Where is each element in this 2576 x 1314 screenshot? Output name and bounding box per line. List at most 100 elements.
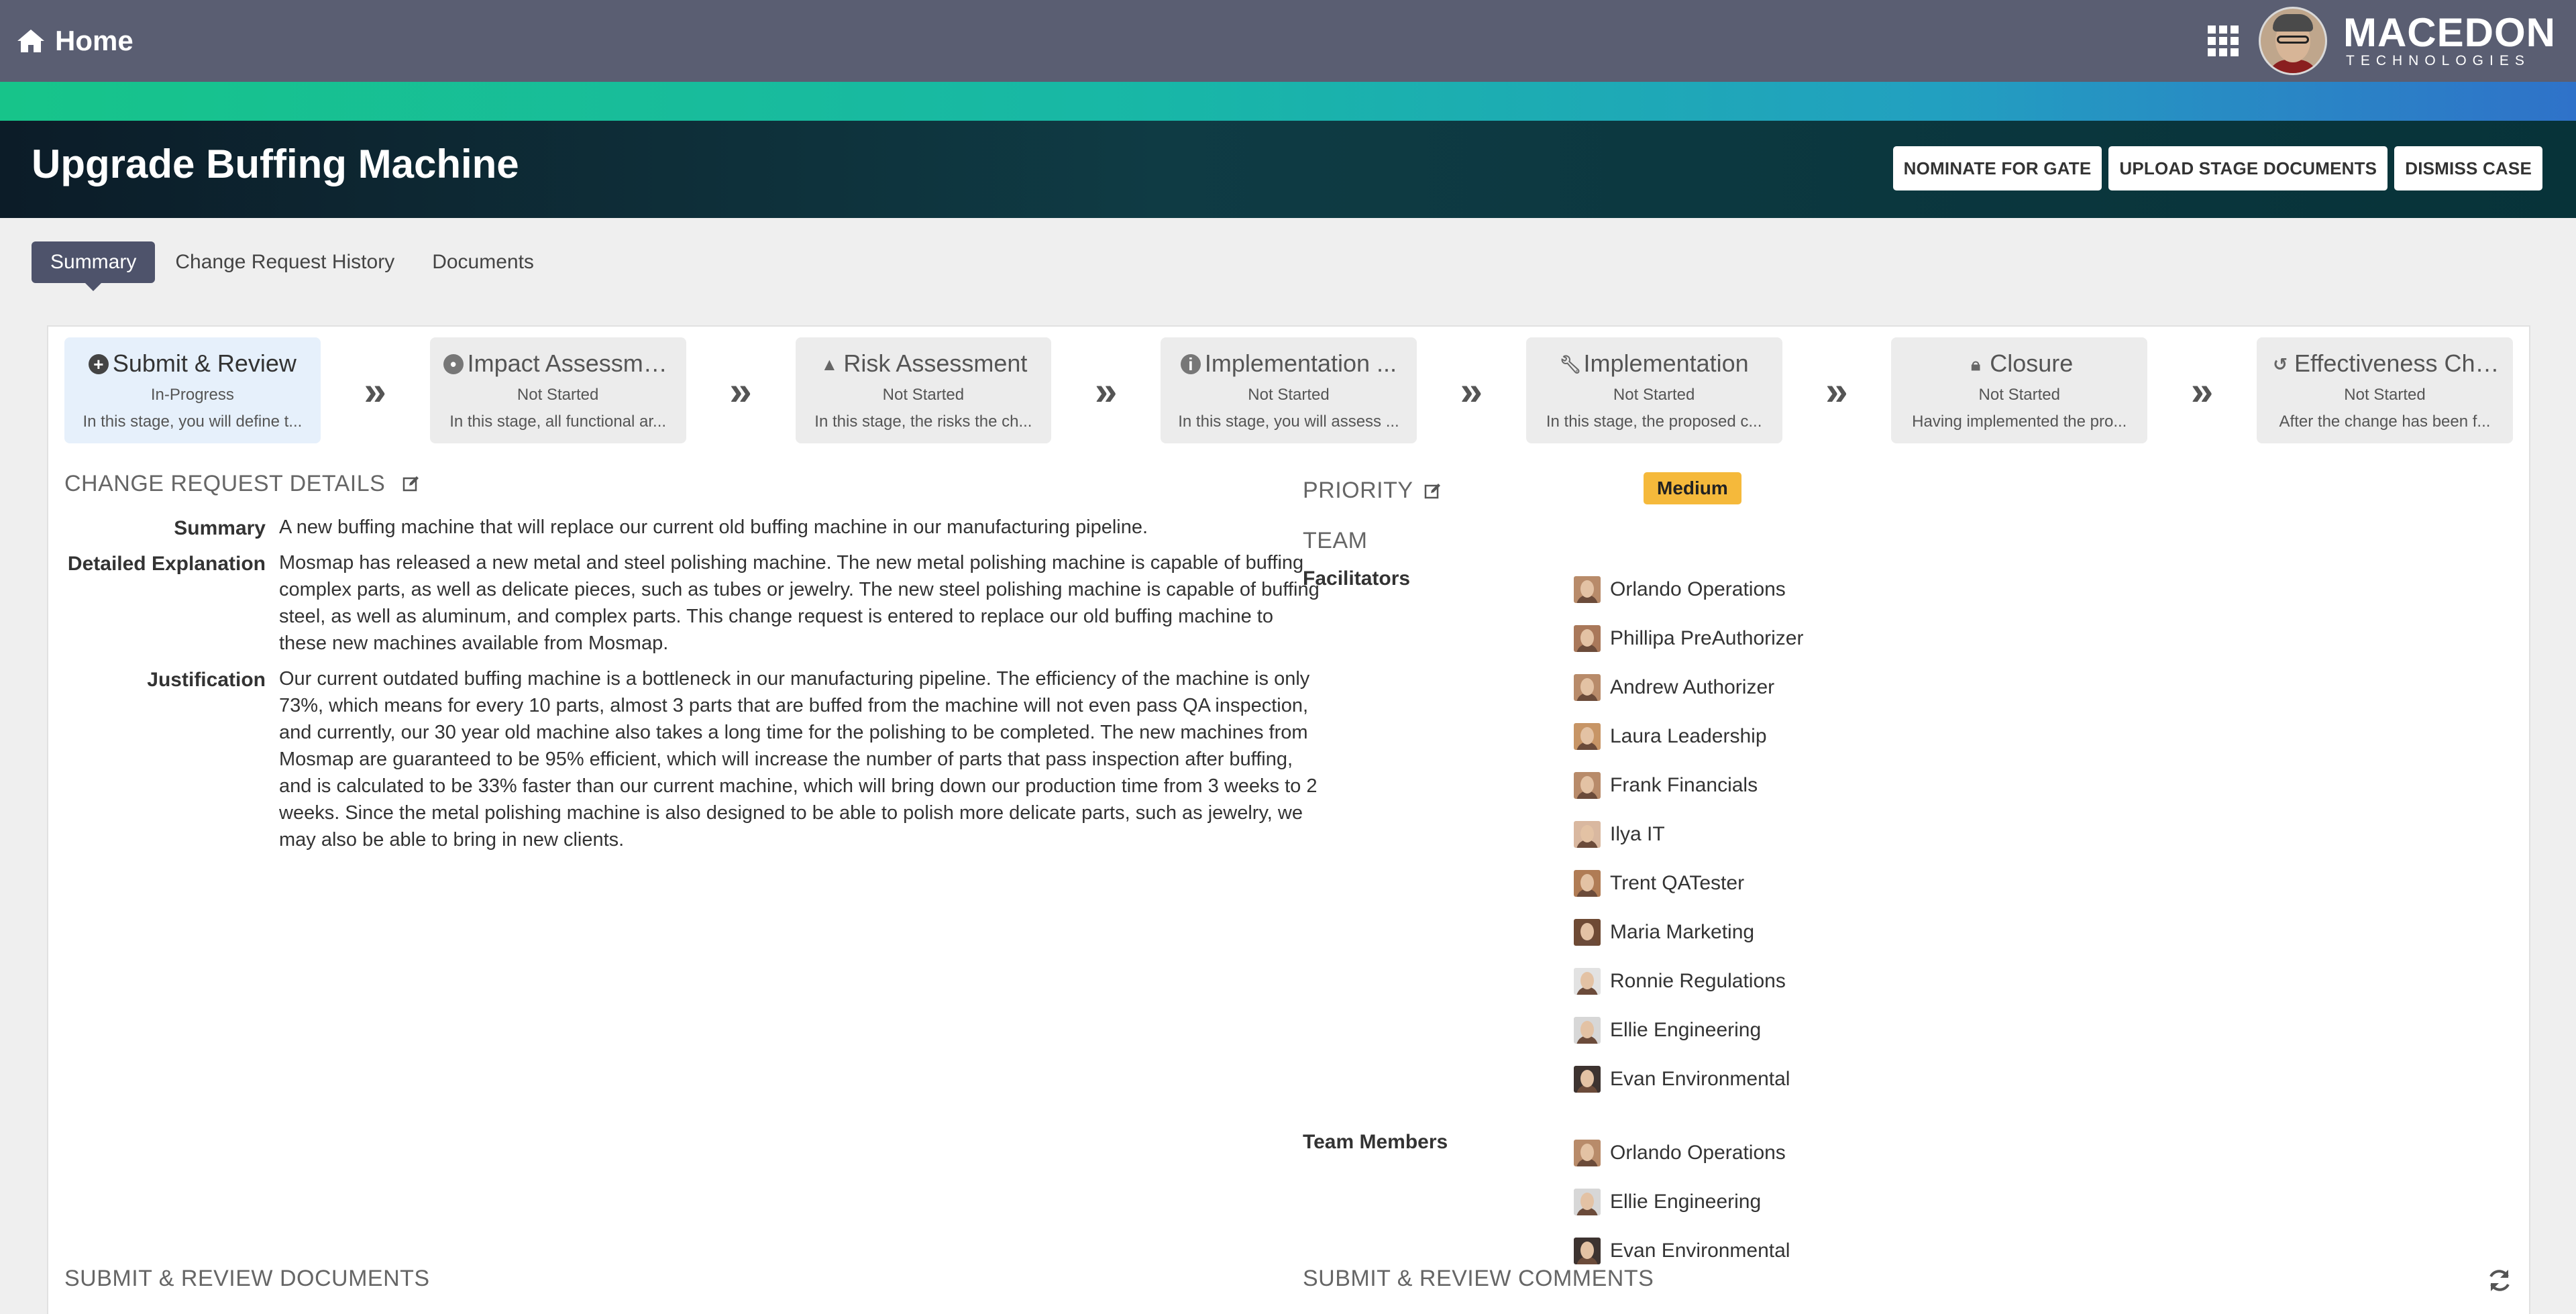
stage-title: Impact Assessme... bbox=[467, 349, 673, 377]
team-member[interactable]: Laura Leadership bbox=[1574, 712, 1803, 761]
team-member[interactable]: Trent QATester bbox=[1574, 859, 1803, 908]
tab-documents[interactable]: Documents bbox=[432, 241, 534, 283]
explanation-value: Mosmap has released a new metal and stee… bbox=[279, 552, 1320, 654]
explanation-label: Detailed Explanation bbox=[67, 553, 266, 575]
refresh-icon[interactable] bbox=[2486, 1267, 2513, 1294]
tab-summary[interactable]: Summary bbox=[32, 241, 156, 291]
avatar bbox=[1574, 624, 1601, 652]
summary-label: Summary bbox=[174, 517, 266, 539]
team-label: TEAM bbox=[1303, 528, 1368, 553]
stage-effectiveness-check[interactable]: ↺ Effectiveness Che... Not Started After … bbox=[2257, 337, 2513, 443]
chevron-double-right-icon: » bbox=[1825, 368, 1848, 413]
home-link[interactable]: Home bbox=[16, 25, 133, 57]
stage-description: In this stage, the risks the ch... bbox=[814, 413, 1032, 431]
stage-title: Effectiveness Che... bbox=[2294, 349, 2500, 377]
avatar bbox=[1574, 869, 1601, 897]
member-name: Ilya IT bbox=[1610, 822, 1665, 845]
stage-pipeline: + Submit & Review In-Progress In this sta… bbox=[64, 337, 2513, 443]
upload-stage-documents-button[interactable]: UPLOAD STAGE DOCUMENTS bbox=[2108, 146, 2388, 190]
stage-status: Not Started bbox=[1613, 386, 1695, 404]
stage-description: In this stage, the proposed c... bbox=[1546, 413, 1762, 431]
stage-title: Risk Assessment bbox=[843, 349, 1028, 377]
avatar bbox=[1574, 1016, 1601, 1044]
team-member[interactable]: Ronnie Regulations bbox=[1574, 956, 1803, 1005]
member-name: Maria Marketing bbox=[1610, 920, 1755, 943]
user-avatar[interactable] bbox=[2259, 7, 2327, 75]
team-member[interactable]: Andrew Authorizer bbox=[1574, 663, 1803, 712]
priority-badge: Medium bbox=[1644, 472, 1741, 504]
team-member[interactable]: Phillipa PreAuthorizer bbox=[1574, 614, 1803, 663]
member-name: Frank Financials bbox=[1610, 773, 1758, 796]
chevron-double-right-icon: » bbox=[1095, 368, 1118, 413]
accent-strip bbox=[0, 82, 2576, 121]
avatar bbox=[1574, 771, 1601, 799]
dismiss-case-button[interactable]: DISMISS CASE bbox=[2394, 146, 2542, 190]
edit-icon[interactable] bbox=[402, 475, 420, 492]
stage-status: Not Started bbox=[882, 386, 965, 404]
team-member[interactable]: Maria Marketing bbox=[1574, 908, 1803, 956]
stage-title: Implementation ... bbox=[1204, 349, 1397, 377]
member-name: Trent QATester bbox=[1610, 871, 1745, 894]
tab-bar: Summary Change Request History Documents bbox=[32, 241, 572, 291]
stage-closure[interactable]: 🔒︎ Closure Not Started Having implemented… bbox=[1891, 337, 2148, 443]
team-members-label: Team Members bbox=[1303, 1131, 1448, 1153]
home-icon bbox=[17, 30, 44, 52]
stage-implementation[interactable]: 🔧︎Implementation Not Started In this sta… bbox=[1525, 337, 1782, 443]
main-card: + Submit & Review In-Progress In this sta… bbox=[47, 325, 2530, 1314]
chevron-double-right-icon: » bbox=[2190, 368, 2214, 413]
page-header: Upgrade Buffing Machine NOMINATE FOR GAT… bbox=[0, 121, 2576, 218]
stage-description: In this stage, all functional ar... bbox=[449, 413, 667, 431]
page-title: Upgrade Buffing Machine bbox=[32, 142, 519, 186]
top-navbar: Home MACEDON TECHNOLOGIES bbox=[0, 0, 2576, 82]
avatar bbox=[1574, 1065, 1601, 1093]
team-member[interactable]: Orlando Operations bbox=[1574, 1128, 1790, 1177]
comments-section-title: SUBMIT & REVIEW COMMENTS bbox=[1303, 1266, 1654, 1291]
member-name: Evan Environmental bbox=[1610, 1239, 1790, 1262]
stage-implementation-planning[interactable]: i Implementation ... Not Started In this … bbox=[1161, 337, 1417, 443]
justification-value: Our current outdated buffing machine is … bbox=[279, 668, 1318, 851]
avatar bbox=[1574, 820, 1601, 848]
justification-label: Justification bbox=[147, 669, 266, 691]
team-member[interactable]: Ilya IT bbox=[1574, 810, 1803, 859]
summary-value: A new buffing machine that will replace … bbox=[279, 516, 1148, 538]
team-member[interactable]: Ellie Engineering bbox=[1574, 1177, 1790, 1226]
stage-risk-assessment[interactable]: ▲ Risk Assessment Not Started In this sta… bbox=[795, 337, 1052, 443]
edit-icon[interactable] bbox=[1424, 482, 1442, 500]
dot-circle-icon: • bbox=[443, 354, 464, 374]
member-name: Phillipa PreAuthorizer bbox=[1610, 626, 1804, 649]
stage-submit-review[interactable]: + Submit & Review In-Progress In this sta… bbox=[64, 337, 321, 443]
right-column: PRIORITY Medium TEAM Facilitators Orland… bbox=[1303, 472, 2497, 1264]
app-grid-icon[interactable] bbox=[2208, 25, 2239, 56]
avatar bbox=[1574, 673, 1601, 701]
stage-impact-assessment[interactable]: • Impact Assessme... Not Started In this … bbox=[429, 337, 686, 443]
nominate-for-gate-button[interactable]: NOMINATE FOR GATE bbox=[1892, 146, 2102, 190]
brand-logo: MACEDON TECHNOLOGIES bbox=[2343, 10, 2556, 69]
chevron-double-right-icon: » bbox=[1460, 368, 1483, 413]
avatar bbox=[1574, 1139, 1601, 1166]
team-member[interactable]: Ellie Engineering bbox=[1574, 1005, 1803, 1054]
wrench-icon: 🔧︎ bbox=[1559, 354, 1582, 374]
stage-description: After the change has been f... bbox=[2279, 413, 2491, 431]
stage-status: Not Started bbox=[517, 386, 599, 404]
member-name: Evan Environmental bbox=[1610, 1067, 1790, 1090]
change-request-details: CHANGE REQUEST DETAILS Summary A new buf… bbox=[64, 471, 1326, 853]
avatar bbox=[1574, 1188, 1601, 1215]
tab-change-request-history[interactable]: Change Request History bbox=[175, 241, 394, 283]
team-member[interactable]: Frank Financials bbox=[1574, 761, 1803, 810]
stage-description: Having implemented the pro... bbox=[1912, 413, 2127, 431]
member-name: Laura Leadership bbox=[1610, 724, 1767, 747]
member-name: Ellie Engineering bbox=[1610, 1190, 1762, 1213]
stage-description: In this stage, you will define t... bbox=[83, 413, 303, 431]
avatar bbox=[1574, 967, 1601, 995]
member-name: Andrew Authorizer bbox=[1610, 675, 1775, 698]
stage-title: Closure bbox=[1990, 349, 2074, 377]
avatar bbox=[1574, 1237, 1601, 1264]
stage-status: In-Progress bbox=[150, 386, 234, 404]
facilitators-label: Facilitators bbox=[1303, 567, 1411, 590]
team-member[interactable]: Orlando Operations bbox=[1574, 565, 1803, 614]
priority-label: PRIORITY bbox=[1303, 478, 1413, 503]
team-member[interactable]: Evan Environmental bbox=[1574, 1054, 1803, 1103]
facilitators-group: Facilitators Orlando Operations Phillipa… bbox=[1303, 567, 2497, 1116]
stage-status: Not Started bbox=[1978, 386, 2060, 404]
member-name: Ronnie Regulations bbox=[1610, 969, 1786, 992]
